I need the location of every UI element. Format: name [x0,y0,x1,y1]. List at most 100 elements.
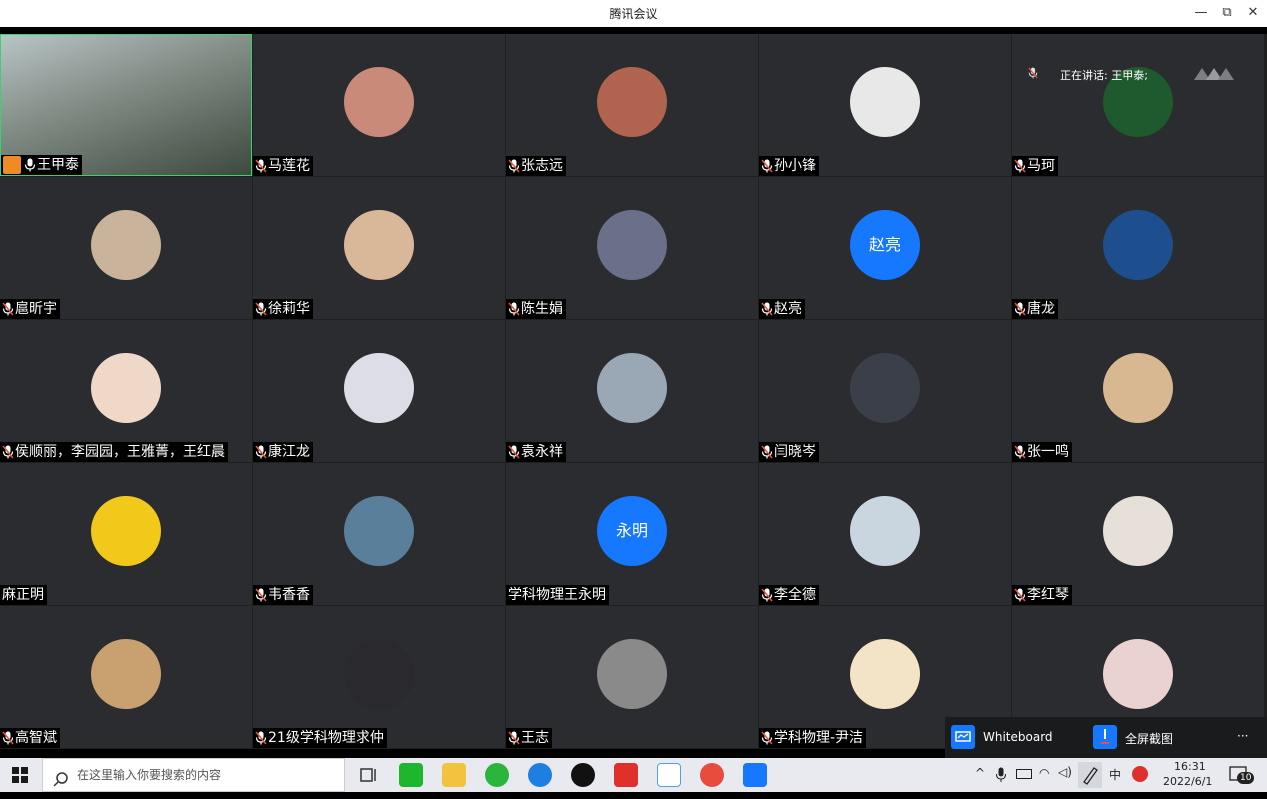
wps-icon[interactable] [614,763,638,787]
participant-name: 扈昕宇 [15,301,57,317]
participant-avatar [91,496,161,566]
participant-name: 学科物理-尹洁 [774,730,864,746]
speaking-label: 正在讲话: 王甲泰; [1060,69,1148,82]
iqiyi-icon[interactable] [399,763,423,787]
tray-expand-icon[interactable]: ^ [975,766,985,780]
participant-avatar [597,353,667,423]
participant-avatar [91,353,161,423]
tencent-meeting-logo-icon [1192,64,1236,82]
participant-name: 李红琴 [1027,587,1069,603]
participant-namebar: 李红琴 [1012,585,1072,605]
close-button[interactable]: ✕ [1242,3,1264,23]
participant-namebar: 韦香香 [253,585,313,605]
minimize-button[interactable]: — [1190,3,1212,23]
participant-name: 赵亮 [774,301,802,317]
participant-tile[interactable]: 侯顺丽，李园园，王雅菁，王红晨 [0,320,252,462]
task-view-icon[interactable] [356,763,380,787]
participant-name: 康江龙 [268,444,310,460]
browser-icon[interactable] [528,763,552,787]
participant-namebar: 袁永祥 [506,442,566,462]
restore-button[interactable]: ⧉ [1216,3,1238,23]
baidu-netdisk-icon[interactable] [657,763,681,787]
participant-tile[interactable]: 麻正明 [0,463,252,605]
participant-avatar [344,496,414,566]
sogou-icon[interactable] [1132,766,1148,782]
more-options-button[interactable]: ··· [1237,729,1248,743]
participant-tile[interactable]: 韦香香 [253,463,505,605]
windows-start-icon[interactable] [12,767,28,783]
participant-tile[interactable]: 永明 学科物理王永明 [506,463,758,605]
participant-tile[interactable]: 21级学科物理求仲 [253,606,505,748]
clock-date[interactable]: 2022/6/1 [1163,775,1212,788]
qq-icon[interactable] [571,763,595,787]
taskbar-search-input[interactable]: 在这里输入你要搜索的内容 [42,758,345,792]
participant-tile[interactable]: 康江龙 [253,320,505,462]
participant-namebar: 张志远 [506,156,566,176]
pen-icon[interactable] [1078,762,1102,788]
participant-name: 侯顺丽，李园园，王雅菁，王红晨 [15,444,225,460]
quick-tools-popup: Whiteboard 全屏截图 ··· [945,717,1267,758]
participant-name: 袁永祥 [521,444,563,460]
participant-tile[interactable]: 闫晓岑 [759,320,1011,462]
participant-namebar: 学科物理王永明 [506,585,609,605]
window-titlebar: 腾讯会议 — ⧉ ✕ [0,0,1267,27]
muted-mic-icon [1014,445,1026,459]
participant-tile[interactable]: 张一鸣 [1012,320,1264,462]
microphone-tray-icon[interactable] [996,767,1006,783]
participant-name: 麻正明 [2,587,44,603]
participant-avatar [91,210,161,280]
participant-tile[interactable]: 唐龙 [1012,177,1264,319]
host-icon [3,156,21,174]
participant-avatar [597,67,667,137]
participant-namebar: 李全德 [759,585,819,605]
muted-mic-icon [761,159,773,173]
battery-icon[interactable] [1016,769,1032,779]
muted-mic-icon [2,731,14,745]
muted-mic-icon [508,159,520,173]
tencent-meeting-taskbar-icon[interactable] [743,763,767,787]
participant-namebar: 康江龙 [253,442,313,462]
file-explorer-icon[interactable] [442,763,466,787]
whiteboard-label: Whiteboard [983,730,1053,744]
participant-avatar [597,210,667,280]
participant-tile[interactable]: 王甲泰 [0,34,252,176]
participant-tile[interactable]: 王志 [506,606,758,748]
participant-tile[interactable]: 扈昕宇 [0,177,252,319]
participant-tile[interactable]: 赵亮 赵亮 [759,177,1011,319]
whiteboard-button[interactable]: Whiteboard [951,725,1081,751]
fullscreen-screenshot-button[interactable]: 全屏截图 [1093,725,1213,751]
participant-tile[interactable]: 高智斌 [0,606,252,748]
muted-mic-icon [255,445,267,459]
participant-name: 高智斌 [15,730,57,746]
participant-avatar: 赵亮 [850,210,920,280]
participant-tile[interactable]: 李红琴 [1012,463,1264,605]
participant-avatar [850,67,920,137]
participant-name: 张志远 [521,158,563,174]
participant-tile[interactable]: 陈生娟 [506,177,758,319]
participant-tile[interactable]: 马莲花 [253,34,505,176]
participant-tile[interactable]: 李全德 [759,463,1011,605]
participant-avatar [597,639,667,709]
muted-mic-icon [1014,159,1026,173]
notification-center-icon[interactable]: 10 [1228,764,1255,786]
participant-name: 孙小锋 [774,158,816,174]
participant-tile[interactable]: 孙小锋 [759,34,1011,176]
screenshot-icon [1093,725,1117,749]
wifi-icon[interactable]: ◠ [1039,766,1049,780]
participant-tile[interactable]: 袁永祥 [506,320,758,462]
participant-avatar [91,639,161,709]
participant-tile[interactable]: 徐莉华 [253,177,505,319]
participant-tile[interactable]: 马珂 [1012,34,1264,176]
ime-indicator[interactable]: 中 [1109,766,1121,783]
wechat-icon[interactable] [485,763,509,787]
participant-name: 马莲花 [268,158,310,174]
chrome-icon[interactable] [700,763,724,787]
participant-tile[interactable]: 张志远 [506,34,758,176]
windows-taskbar: 在这里输入你要搜索的内容 ^ ◠ ◁) 中 16:31 2022/6/1 10 [0,758,1267,792]
participant-grid: 王甲泰 马莲花 张志远 孙小锋 马珂 扈昕宇 徐莉华 陈生娟 赵亮 赵亮 唐龙 侯顺丽，李园园，王雅菁… [0,34,1267,749]
clock-time[interactable]: 16:31 [1174,760,1206,773]
muted-mic-icon [1014,588,1026,602]
volume-icon[interactable]: ◁) [1058,765,1072,779]
participant-name: 马珂 [1027,158,1055,174]
participant-namebar: 王志 [506,728,552,748]
